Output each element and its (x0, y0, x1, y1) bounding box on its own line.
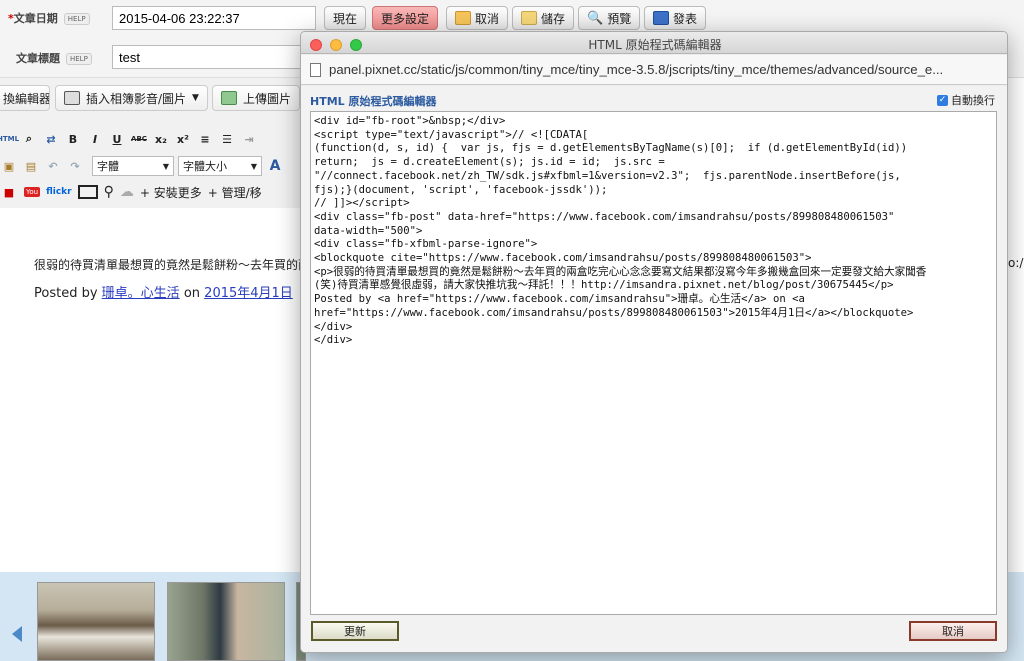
chevron-left-icon[interactable] (12, 626, 22, 642)
italic-button[interactable]: I (86, 130, 104, 148)
preview-button[interactable]: 🔍 預覽 (578, 6, 641, 30)
html-icon[interactable]: HTML (0, 130, 19, 148)
date-link[interactable]: 2015年4月1日 (204, 286, 293, 301)
code-line: return; js = d.createElement(s); js.id =… (314, 156, 665, 169)
subscript-button[interactable]: x₂ (152, 130, 170, 148)
title-label: 文章標題 HELP (16, 50, 92, 66)
page-icon (310, 63, 321, 77)
code-line: (function(d, s, id) { var js, fjs = d.ge… (314, 142, 908, 155)
url-bar: panel.pixnet.cc/static/js/common/tiny_mc… (301, 55, 1007, 85)
upload-icon (221, 91, 237, 105)
code-line: // ]]></script> (314, 197, 410, 210)
content-paragraph: 很弱的待買清單最想買的竟然是鬆餅粉～去年買的兩 (34, 258, 302, 272)
publish-button[interactable]: 發表 (644, 6, 707, 30)
photo-thumbnail[interactable] (37, 582, 155, 661)
media-icon (64, 91, 80, 105)
photo-thumbnail[interactable] (167, 582, 285, 661)
update-button[interactable]: 更新 (311, 621, 399, 641)
code-line: fjs);}(document, 'script', 'facebook-jss… (314, 183, 608, 196)
word-wrap-toggle[interactable]: ✓ 自動換行 (937, 92, 995, 108)
bullet-list-icon[interactable]: ☰ (218, 130, 236, 148)
plugin-row: ■ You flickr ⚲ ☁ + 安裝更多 + 管理/移 (0, 181, 262, 203)
font-row: ▣ ▤ ↶ ↷ 字體 ▼ 字體大小 ▼ A (0, 155, 284, 177)
code-line: </div> (314, 320, 353, 333)
html-source-textarea[interactable]: <div id="fb-root">&nbsp;</div> <script ty… (310, 111, 997, 615)
date-label: *文章日期 HELP (8, 10, 90, 26)
now-button[interactable]: 現在 (324, 6, 367, 30)
underline-button[interactable]: U (108, 130, 126, 148)
save-icon (521, 11, 537, 25)
format-row: HTML ⌕ ⇄ B I U ABC x₂ x² ≡ ☰ ⇥ (0, 128, 258, 150)
editor-heading: HTML 原始程式碼編輯器 (310, 95, 437, 108)
embed-icon[interactable] (77, 185, 98, 199)
code-line: data-width="500"> (314, 224, 423, 237)
code-line: <div class="fb-post" data-href="https://… (314, 210, 895, 223)
paste-icon[interactable]: ▣ (0, 157, 18, 175)
dialog-window-title: HTML 原始程式碼編輯器 (588, 38, 722, 52)
help-badge[interactable]: HELP (66, 53, 92, 65)
font-select[interactable]: 字體 ▼ (92, 156, 174, 176)
map-pin-icon[interactable]: ⚲ (104, 184, 114, 200)
binoculars-icon[interactable]: ⌕ (20, 130, 38, 148)
title-input[interactable] (112, 45, 312, 69)
find-replace-icon[interactable]: ⇄ (42, 130, 60, 148)
cancel-button[interactable]: 取消 (446, 6, 509, 30)
youtube-icon[interactable]: You (24, 187, 41, 197)
manage-button[interactable]: + 管理/移 (208, 184, 262, 201)
dialog-body: HTML 原始程式碼編輯器 ✓ 自動換行 <div id="fb-root">&… (301, 86, 1007, 652)
undo-icon[interactable]: ↶ (44, 157, 62, 175)
cancel-dialog-button[interactable]: 取消 (909, 621, 997, 641)
bold-button[interactable]: B (64, 130, 82, 148)
code-line: Posted by <a href="https://www.facebook.… (314, 293, 805, 306)
switch-editor-button[interactable]: 換編輯器 (0, 85, 50, 111)
magnifier-icon: 🔍 (587, 10, 604, 26)
author-link[interactable]: 珊卓。心生活 (102, 286, 180, 301)
indent-icon[interactable]: ⇥ (240, 130, 258, 148)
numbered-list-icon[interactable]: ≡ (196, 130, 214, 148)
code-line: <p>很弱的待買清單最想買的竟然是鬆餅粉～去年買的兩盒吃完心心念念要寫文結果都沒… (314, 265, 927, 278)
cancel-icon (455, 11, 471, 25)
dropdown-arrow-icon: ▼ (192, 93, 199, 103)
code-line: <script type="text/javascript">// <![CDA… (314, 128, 589, 141)
paste-word-icon[interactable]: ▤ (22, 157, 40, 175)
insert-media-button[interactable]: 插入相簿影音/圖片 ▼ (55, 85, 208, 111)
checkbox-checked-icon[interactable]: ✓ (937, 94, 948, 106)
redo-icon[interactable]: ↷ (66, 157, 84, 175)
date-input[interactable] (112, 6, 316, 30)
code-line: <blockquote cite="https://www.facebook.c… (314, 252, 812, 265)
chevron-down-icon: ▼ (250, 161, 257, 171)
flickr-icon[interactable]: flickr (46, 187, 72, 197)
html-source-dialog: HTML 原始程式碼編輯器 panel.pixnet.cc/static/js/… (300, 31, 1008, 653)
help-badge[interactable]: HELP (63, 13, 90, 25)
code-line: (笑)待買清單感覺很虛弱，請大家快推坑我～拜託！！！http://imsandr… (314, 279, 894, 292)
text-color-icon[interactable]: A (266, 157, 284, 175)
posted-by-line: Posted by 珊卓。心生活 on 2015年4月1日 (34, 286, 293, 301)
font-size-select[interactable]: 字體大小 ▼ (178, 156, 262, 176)
code-line: href="https://www.facebook.com/imsandrah… (314, 306, 914, 319)
widget-icon[interactable]: ■ (0, 183, 18, 201)
install-more-button[interactable]: + 安裝更多 (140, 184, 202, 201)
floppy-icon (653, 11, 669, 25)
more-settings-button[interactable]: 更多設定 (372, 6, 439, 30)
content-right-overflow: o:/ (1008, 256, 1024, 270)
dialog-titlebar[interactable]: HTML 原始程式碼編輯器 (301, 32, 1007, 54)
strikethrough-button[interactable]: ABC (130, 130, 148, 148)
cloud-icon[interactable]: ☁ (120, 184, 134, 200)
url-text: panel.pixnet.cc/static/js/common/tiny_mc… (329, 62, 944, 77)
code-line: <div class="fb-xfbml-parse-ignore"> (314, 238, 538, 251)
code-line: "//connect.facebook.net/zh_TW/sdk.js#xfb… (314, 169, 901, 182)
code-line: </div> (314, 334, 353, 347)
chevron-down-icon: ▼ (162, 161, 169, 171)
save-button[interactable]: 儲存 (512, 6, 575, 30)
code-line: <div id="fb-root">&nbsp;</div> (314, 115, 506, 127)
upload-image-button[interactable]: 上傳圖片 (212, 85, 301, 111)
superscript-button[interactable]: x² (174, 130, 192, 148)
